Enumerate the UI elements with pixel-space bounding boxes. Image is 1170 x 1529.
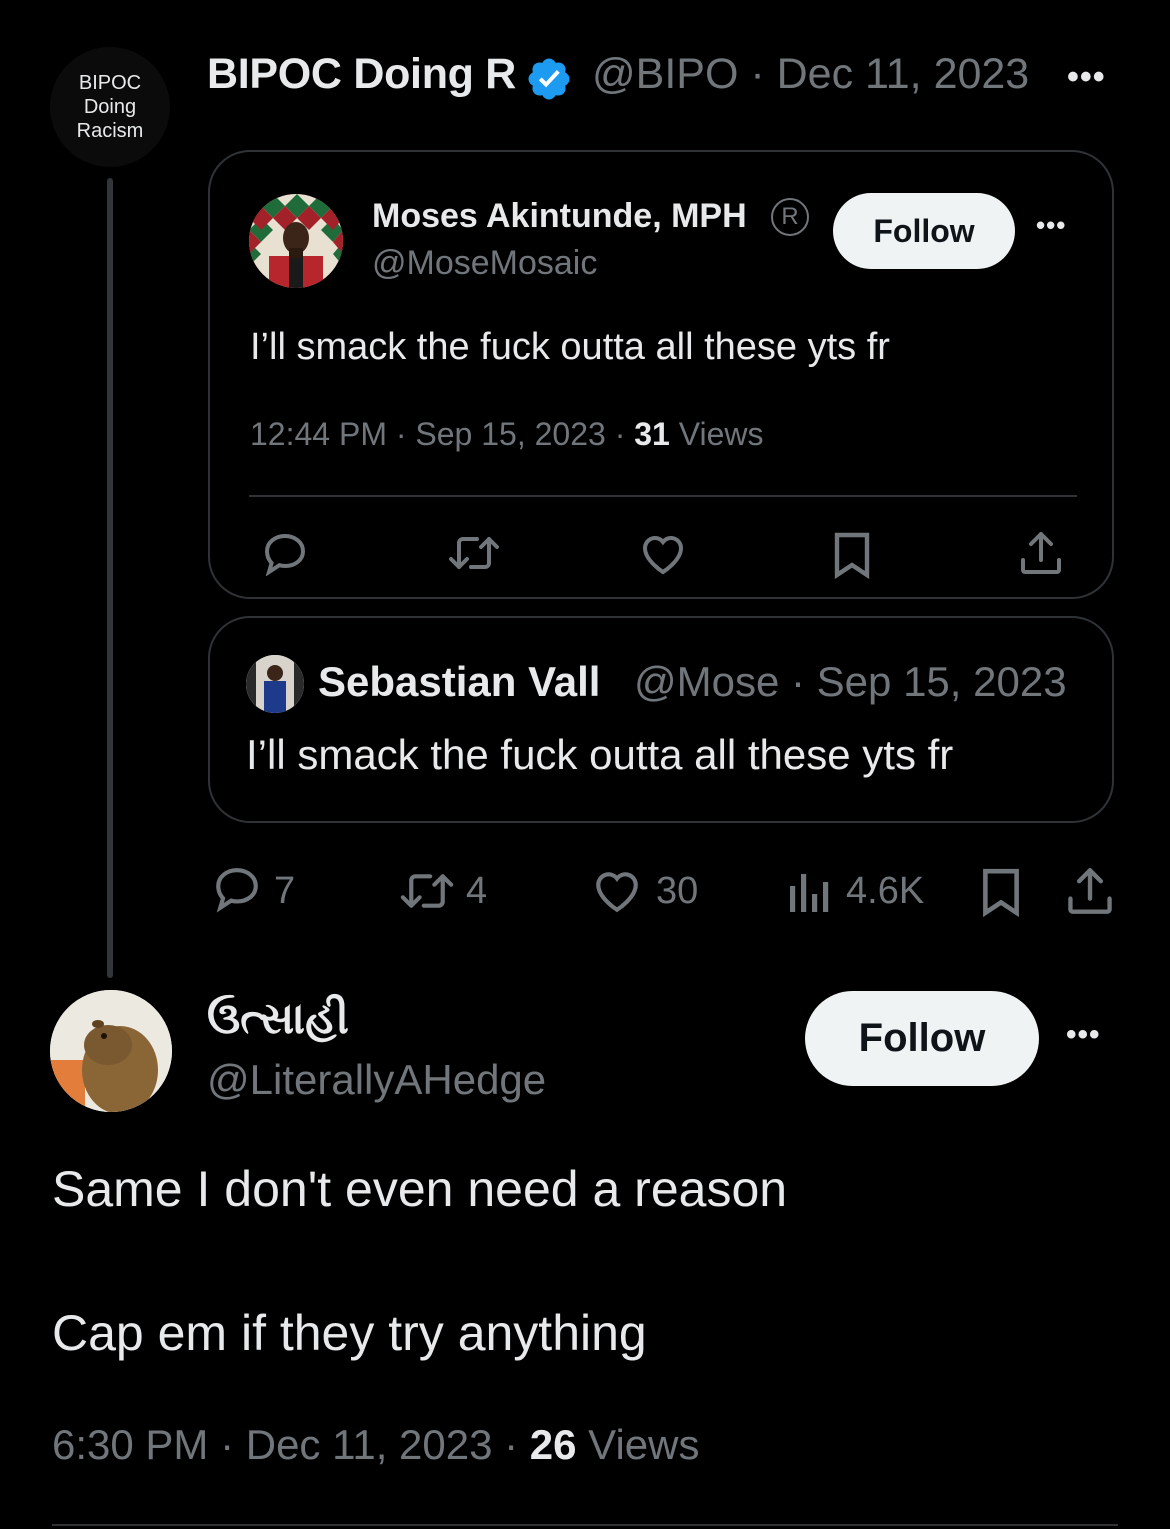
like-icon[interactable] [639,532,687,576]
author-handle-date: @BIPO · Dec 11, 2023 [592,50,1030,98]
follow-button[interactable]: Follow [805,991,1039,1086]
more-options-icon[interactable]: ••• [1066,1018,1101,1052]
retweet-count: 4 [466,870,488,912]
reply-icon[interactable] [212,866,262,914]
views-count: 4.6K [846,870,925,912]
more-options-icon[interactable]: ••• [1067,58,1106,97]
views-label: Views [576,1421,700,1468]
thread-connector-line [107,178,113,978]
avatar[interactable] [50,990,172,1112]
reply-icon[interactable] [261,532,309,576]
views-label: Views [669,416,764,452]
registered-badge-icon: R [771,198,809,236]
quoted-author-name[interactable]: Sebastian Vall [318,658,624,706]
quoted-tweet-text: I’ll smack the fuck outta all these yts … [250,326,890,368]
avatar-image [50,990,172,1112]
quoted-author-name[interactable]: Moses Akintunde, MPH [372,197,747,236]
quoted-author-handle: @MoseMosaic [372,244,598,282]
tweet-text-line: Same I don't even need a reason [52,1161,788,1217]
more-options-icon[interactable]: ••• [1036,210,1066,241]
verified-badge-icon [528,58,570,100]
divider [52,1524,1118,1526]
quoted-tweet-card[interactable] [208,616,1114,823]
retweet-icon[interactable] [398,870,456,912]
views-count: 26 [529,1421,577,1468]
reply-count: 7 [274,870,296,912]
tweet-text-line: Cap em if they try anything [52,1305,647,1361]
timestamp: 6:30 PM · Dec 11, 2023 · [52,1421,530,1468]
quoted-tweet-text: I’ll smack the fuck outta all these yts … [246,731,954,778]
timestamp: 12:44 PM · Sep 15, 2023 · [250,416,635,452]
views-count: 31 [634,416,670,452]
share-icon[interactable] [1066,866,1114,916]
divider [249,495,1077,497]
follow-button[interactable]: Follow [833,193,1015,269]
avatar[interactable]: BIPOC Doing Racism [50,47,170,167]
quoted-tweet-meta: 12:44 PM · Sep 15, 2023 · 31 Views [250,416,764,453]
author-name[interactable]: ઉત્સાહી [207,994,349,1044]
like-icon[interactable] [592,868,642,914]
author-name[interactable]: BIPOC Doing R [207,50,517,99]
bookmark-icon[interactable] [980,867,1022,917]
avatar[interactable] [246,655,304,713]
avatar-image [246,655,304,713]
avatar-image [249,194,343,288]
author-handle: @LiterallyAHedge [207,1056,547,1103]
views-icon[interactable] [788,868,830,914]
like-count: 30 [656,870,699,912]
bookmark-icon[interactable] [833,531,871,579]
avatar-text: BIPOC Doing Racism [76,72,144,142]
retweet-icon[interactable] [447,533,501,573]
share-icon[interactable] [1019,530,1063,576]
avatar[interactable] [249,194,343,288]
quoted-author-handle-date: @Mose · Sep 15, 2023 [634,658,1067,705]
tweet-meta: 6:30 PM · Dec 11, 2023 · 26 Views [52,1421,699,1469]
